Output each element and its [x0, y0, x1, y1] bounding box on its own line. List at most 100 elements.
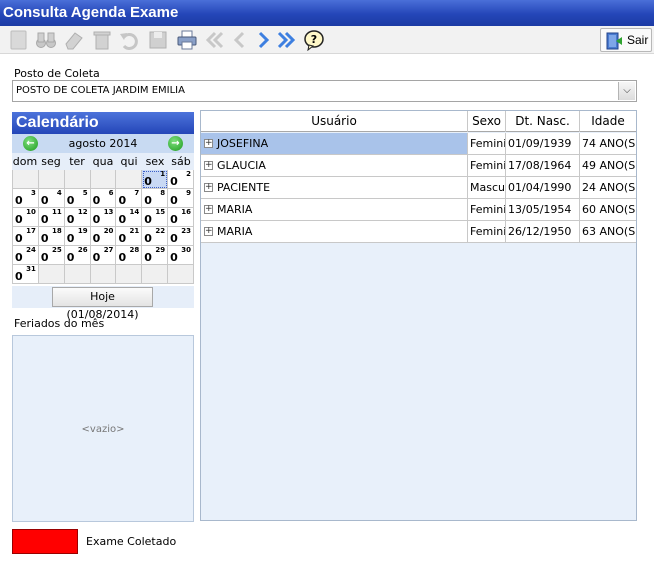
calendar-empty-cell: [142, 265, 169, 284]
header-sexo[interactable]: Sexo: [468, 111, 506, 132]
cell-idade-text: 63 ANO(S): [582, 225, 636, 238]
calendar-day[interactable]: 15 0: [142, 208, 169, 227]
calendar-day[interactable]: 24 0: [12, 246, 39, 265]
legend-color-swatch: [12, 529, 78, 554]
binoculars-icon[interactable]: [35, 29, 57, 51]
calendar-day[interactable]: 29 0: [142, 246, 169, 265]
calendar-day[interactable]: 23 0: [168, 227, 195, 246]
exit-button[interactable]: Sair: [600, 28, 652, 52]
day-number: 2: [186, 170, 192, 178]
undo-icon[interactable]: [118, 29, 140, 51]
cell-usuario: + JOSEFINA: [201, 133, 468, 154]
next-record-icon[interactable]: [252, 29, 274, 51]
day-number: 19: [77, 227, 88, 235]
cell-nascimento: 26/12/1950: [506, 221, 580, 242]
day-number: 21: [129, 227, 140, 235]
day-number: 11: [51, 208, 62, 216]
print-icon[interactable]: [176, 29, 198, 51]
calendar-week: 31 0: [12, 265, 195, 284]
calendar-day[interactable]: 26 0: [64, 246, 91, 265]
table-row[interactable]: + GLAUCIA Feminir17/08/1964 49 ANO(S): [201, 155, 636, 177]
calendar-day[interactable]: 27 0: [90, 246, 117, 265]
day-count: 0: [15, 213, 23, 226]
calendar-day[interactable]: 25 0: [38, 246, 65, 265]
cell-nascimento-text: 17/08/1964: [508, 159, 572, 172]
header-idade[interactable]: Idade: [580, 111, 636, 132]
calendar-day[interactable]: 80: [142, 189, 169, 208]
day-number: 22: [155, 227, 166, 235]
cell-nascimento-text: 26/12/1950: [508, 225, 572, 238]
last-record-icon[interactable]: [275, 29, 297, 51]
day-count: 0: [92, 251, 101, 264]
table-row[interactable]: + PACIENTE Masculi01/04/1990 24 ANO(S): [201, 177, 636, 199]
calendar-day[interactable]: 20 0: [90, 227, 117, 246]
table-row[interactable]: + MARIA Feminir13/05/1954 60 ANO(S): [201, 199, 636, 221]
next-month-icon[interactable]: →: [168, 136, 183, 151]
day-count: 0: [92, 213, 101, 226]
cell-sexo: Masculi: [468, 177, 506, 198]
calendar-day[interactable]: 28 0: [116, 246, 143, 265]
calendar-weekdays: dom seg ter qua qui sex sáb: [12, 153, 194, 170]
calendar-day[interactable]: 40: [38, 189, 65, 208]
eraser-icon[interactable]: [63, 29, 85, 51]
calendar-day[interactable]: 19 0: [64, 227, 91, 246]
feriados-empty-text: <vazio>: [81, 424, 125, 435]
cell-usuario-text: JOSEFINA: [217, 137, 269, 150]
day-number: 9: [186, 189, 192, 197]
calendar-day[interactable]: 12 0: [64, 208, 91, 227]
new-record-icon[interactable]: [8, 29, 30, 51]
cell-usuario-text: GLAUCIA: [217, 159, 266, 172]
expand-icon[interactable]: +: [204, 227, 213, 236]
weekday: seg: [41, 155, 61, 168]
cell-nascimento: 17/08/1964: [506, 155, 580, 176]
day-count: 0: [144, 213, 152, 226]
calendar-day[interactable]: 50: [64, 189, 91, 208]
expand-icon[interactable]: +: [204, 183, 213, 192]
day-number: 15: [155, 208, 166, 216]
calendar-day[interactable]: 90: [168, 189, 195, 208]
previous-record-icon[interactable]: [229, 29, 251, 51]
day-count: 0: [118, 251, 127, 264]
day-count: 0: [15, 251, 23, 264]
day-count: 0: [118, 213, 127, 226]
calendar-day[interactable]: 17 0: [12, 227, 39, 246]
calendar-day[interactable]: 14 0: [116, 208, 143, 227]
expand-icon[interactable]: +: [204, 139, 213, 148]
calendar-day[interactable]: 70: [116, 189, 143, 208]
calendar-day[interactable]: 13 0: [90, 208, 117, 227]
calendar-day[interactable]: 21 0: [116, 227, 143, 246]
expand-icon[interactable]: +: [204, 161, 213, 170]
calendar-day[interactable]: 11 0: [38, 208, 65, 227]
first-record-icon[interactable]: [204, 29, 226, 51]
table-row[interactable]: + MARIA Feminir26/12/1950 63 ANO(S): [201, 221, 636, 243]
calendar-day[interactable]: 60: [90, 189, 117, 208]
calendar-day[interactable]: 31 0: [12, 265, 39, 284]
save-icon[interactable]: [147, 29, 169, 51]
trash-icon[interactable]: [91, 29, 113, 51]
header-nascimento[interactable]: Dt. Nasc.: [506, 111, 580, 132]
day-count: 0: [170, 213, 178, 226]
calendar-day[interactable]: 10 0: [12, 208, 39, 227]
cell-nascimento-text: 01/04/1990: [508, 181, 572, 194]
calendar-day[interactable]: 18 0: [38, 227, 65, 246]
day-count: 0: [144, 175, 152, 188]
day-number: 3: [30, 189, 36, 197]
today-button[interactable]: Hoje (01/08/2014): [52, 287, 153, 321]
day-number: 14: [129, 208, 140, 216]
calendar-day[interactable]: 22 0: [142, 227, 169, 246]
chevron-down-icon[interactable]: ⌵: [618, 82, 635, 100]
calendar-day[interactable]: 30 0: [168, 246, 195, 265]
header-usuario[interactable]: Usuário: [201, 111, 468, 132]
legend-label: Exame Coletado: [86, 535, 177, 548]
help-icon[interactable]: ?: [303, 29, 325, 52]
posto-select[interactable]: POSTO DE COLETA JARDIM EMILIA ⌵: [12, 80, 637, 102]
calendar-day[interactable]: 16 0: [168, 208, 195, 227]
expand-icon[interactable]: +: [204, 205, 213, 214]
calendar-day[interactable]: 10: [142, 170, 169, 189]
calendar-day[interactable]: 20: [168, 170, 195, 189]
weekday: qua: [92, 155, 114, 168]
table-row[interactable]: + JOSEFINA Feminir01/09/1939 74 ANO(S): [201, 133, 636, 155]
weekday: dom: [12, 155, 38, 168]
calendar-day[interactable]: 30: [12, 189, 39, 208]
day-count: 0: [15, 270, 23, 283]
